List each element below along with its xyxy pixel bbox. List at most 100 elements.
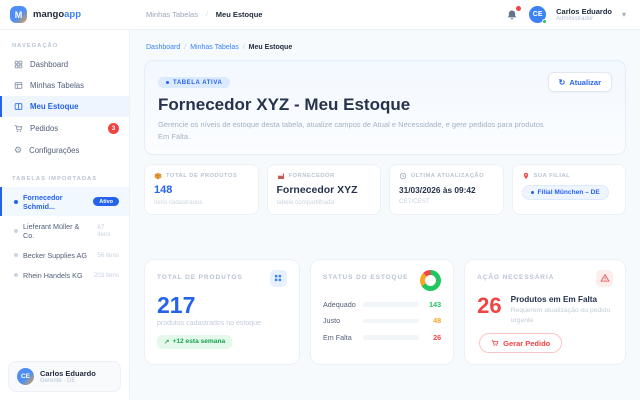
bullet-dot-icon — [14, 229, 18, 233]
cart-icon — [14, 124, 23, 133]
status-value: 48 — [426, 316, 441, 325]
table-item-label: Fornecedor Schmid... — [23, 193, 88, 211]
sidebar-item-pedidos[interactable]: Pedidos 3 — [0, 117, 129, 140]
em-falta-count: 26 — [477, 295, 501, 317]
table-item-label: Lieferant Müller & Co. — [23, 222, 92, 240]
status-row: Justo 48 — [323, 316, 441, 325]
sidebar-item-label: Dashboard — [30, 60, 68, 69]
sidebar-item-label: Pedidos — [30, 124, 58, 133]
gear-icon: ⚙ — [14, 146, 22, 155]
dashboard-grid-icon — [14, 60, 23, 69]
panel-label: AÇÃO NECESSÁRIA — [477, 274, 554, 281]
filial-badge[interactable]: Filial München – DE — [522, 185, 609, 200]
header-nav: Minhas Tabelas / Meu Estoque — [146, 10, 262, 19]
grid-dots-icon — [270, 270, 287, 287]
stat-sub: CET/CEST — [399, 198, 494, 205]
factory-icon — [277, 172, 285, 180]
sidebar-item-label: Meu Estoque — [30, 102, 79, 111]
stat-card-sua-filial: SUA FILIAL Filial München – DE — [512, 164, 627, 215]
chevron-down-icon[interactable]: ▾ — [622, 10, 626, 19]
stat-card-total-produtos: TOTAL DE PRODUTOS 148 itens cadastrados — [144, 164, 259, 215]
header-user-meta[interactable]: Carlos Eduardo Administrador — [556, 7, 612, 22]
sidebar-tables-title: TABELAS IMPORTADAS — [0, 173, 129, 187]
sidebar-item-minhas-tabelas[interactable]: Minhas Tabelas — [0, 75, 129, 96]
header-nav-current[interactable]: Meu Estoque — [216, 10, 263, 19]
status-name: Em Falta — [323, 333, 356, 342]
hero-card: TABELA ATIVA Fornecedor XYZ - Meu Estoqu… — [144, 60, 626, 155]
status-bar — [363, 335, 419, 340]
table-item-lieferant-muller[interactable]: Lieferant Müller & Co. 87 itens — [0, 216, 129, 245]
status-legend: Adequado 143 Justo 48 Em Falta 26 — [323, 300, 441, 342]
refresh-icon: ↻ — [559, 78, 566, 87]
breadcrumb-current: Meu Estoque — [249, 44, 293, 51]
header-user-role: Administrador — [556, 16, 612, 22]
table-item-becker-supplies[interactable]: Becker Supplies AG 56 itens — [0, 245, 129, 265]
main-content: Dashboard / Minhas Tabelas / Meu Estoque… — [130, 30, 640, 377]
breadcrumb-separator: / — [184, 44, 186, 51]
breadcrumb: Dashboard / Minhas Tabelas / Meu Estoque — [146, 44, 626, 51]
page-title: Fornecedor XYZ - Meu Estoque — [158, 95, 612, 115]
table-item-label: Becker Supplies AG — [23, 251, 87, 260]
sidebar-item-meu-estoque[interactable]: Meu Estoque — [0, 96, 129, 117]
status-row: Adequado 143 — [323, 300, 441, 309]
table-item-count: 87 itens — [97, 224, 119, 238]
status-dot-icon — [166, 81, 169, 84]
avatar: CE — [17, 368, 34, 385]
bullet-dot-icon — [14, 273, 18, 277]
stat-card-fornecedor: FORNECEDOR Fornecedor XYZ tabela compart… — [267, 164, 382, 215]
stat-card-ultima-atualizacao: ÚLTIMA ATUALIZAÇÃO 31/03/2026 às 09:42 C… — [389, 164, 504, 215]
table-item-fornecedor-schmid[interactable]: Fornecedor Schmid... Ativo — [0, 187, 129, 216]
clock-icon — [399, 172, 407, 180]
status-value: 143 — [426, 300, 441, 309]
action-title: Produtos em Em Falta — [511, 295, 613, 304]
tabela-ativa-badge: TABELA ATIVA — [158, 77, 230, 88]
table-item-rhein-handels[interactable]: Rhein Handels KG 203 itens — [0, 265, 129, 285]
panel-status-estoque: STATUS DO ESTOQUE Adequado 143 Justo 48 … — [310, 259, 454, 366]
sidebar-item-configuracoes[interactable]: ⚙ Configurações — [0, 140, 129, 161]
online-status-dot — [542, 19, 547, 24]
stats-row: TOTAL DE PRODUTOS 148 itens cadastrados … — [144, 164, 626, 215]
status-dot-icon — [531, 191, 534, 194]
panels-row: TOTAL DE PRODUTOS 217 produtos cadastrad… — [144, 259, 626, 366]
table-item-label: Rhein Handels KG — [23, 271, 83, 280]
notification-badge — [515, 5, 522, 12]
atualizar-button[interactable]: ↻ Atualizar — [548, 72, 612, 92]
pedidos-count-badge: 3 — [108, 123, 119, 134]
sidebar-user-card[interactable]: CE Carlos Eduardo Gerente · DE — [8, 361, 121, 392]
header-nav-parent[interactable]: Minhas Tabelas — [146, 10, 198, 19]
panel-total-produtos: TOTAL DE PRODUTOS 217 produtos cadastrad… — [144, 259, 300, 366]
table-item-count: 56 itens — [97, 252, 119, 259]
trend-up-icon: ↗ — [164, 338, 170, 346]
avatar[interactable]: CE — [529, 6, 546, 23]
sidebar-item-label: Configurações — [29, 146, 79, 155]
sidebar-item-dashboard[interactable]: Dashboard — [0, 54, 129, 75]
ativo-badge: Ativo — [93, 197, 119, 206]
gerar-pedido-button[interactable]: Gerar Pedido — [479, 333, 562, 353]
sidebar-user-role: Gerente · DE — [40, 378, 96, 384]
stat-value: Fornecedor XYZ — [277, 184, 372, 196]
header-nav-separator: / — [206, 11, 208, 18]
stat-sub: itens cadastrados — [154, 199, 249, 206]
header-user-name: Carlos Eduardo — [556, 7, 612, 16]
sidebar-user-name: Carlos Eduardo — [40, 369, 96, 378]
brand-logo[interactable]: M mangoapp — [0, 6, 130, 23]
map-pin-icon — [522, 172, 530, 180]
breadcrumb-minhas-tabelas[interactable]: Minhas Tabelas — [190, 44, 239, 51]
notifications-button[interactable] — [506, 8, 519, 21]
status-value: 26 — [426, 333, 441, 342]
panel-acao-necessaria: AÇÃO NECESSÁRIA 26 Produtos em Em Falta … — [464, 259, 626, 366]
status-bar — [363, 302, 419, 307]
breadcrumb-dashboard[interactable]: Dashboard — [146, 44, 180, 51]
status-bar — [363, 319, 419, 324]
sidebar-item-label: Minhas Tabelas — [30, 81, 84, 90]
status-name: Adequado — [323, 300, 356, 309]
bullet-dot-icon — [14, 253, 18, 257]
panel-label: STATUS DO ESTOQUE — [323, 274, 408, 281]
warning-triangle-icon — [596, 270, 613, 287]
total-products-value: 217 — [157, 294, 287, 317]
tables-icon — [14, 81, 23, 90]
avatar-initials: CE — [533, 11, 543, 18]
stat-value: 31/03/2026 às 09:42 — [399, 185, 494, 195]
stat-sub: tabela compartilhada — [277, 199, 372, 206]
stock-status-donut — [420, 270, 441, 291]
